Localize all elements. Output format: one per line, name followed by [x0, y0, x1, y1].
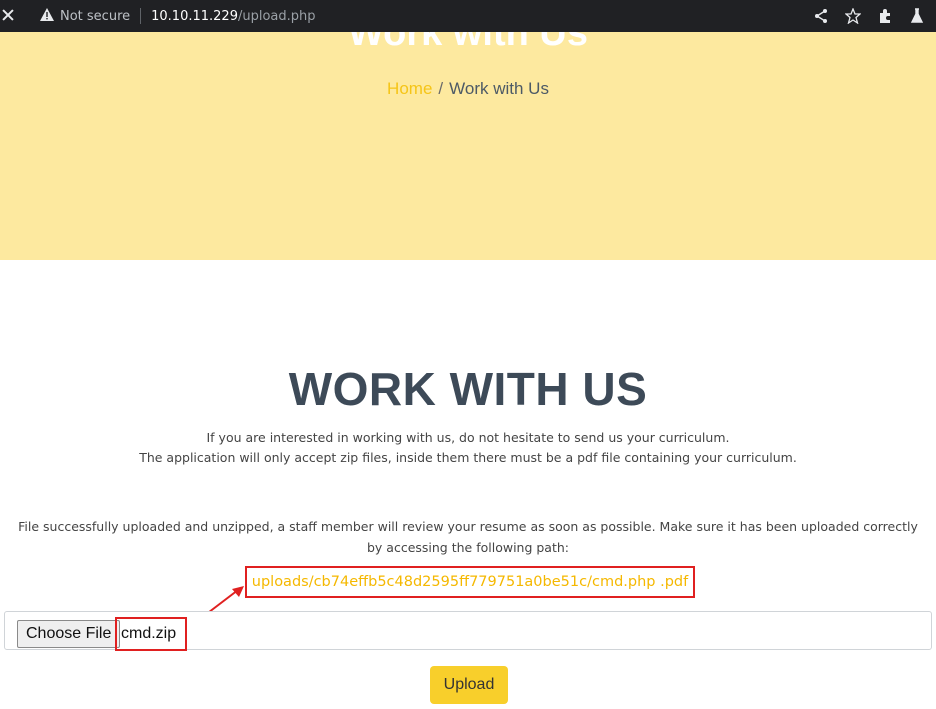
intro-text: If you are interested in working with us… — [0, 428, 936, 468]
share-icon[interactable] — [812, 7, 830, 25]
intro-line-2: The application will only accept zip fil… — [139, 450, 797, 465]
page-title: WORK WITH US — [288, 363, 648, 415]
upload-button[interactable]: Upload — [430, 666, 508, 704]
star-icon[interactable] — [844, 7, 862, 25]
address-bar[interactable]: Not secure 10.10.11.229/upload.php — [28, 2, 788, 30]
labs-icon[interactable] — [908, 7, 926, 25]
highlight-box-path: uploads/cb74effb5c48d2595ff779751a0be51c… — [245, 566, 695, 598]
browser-toolbar: Not secure 10.10.11.229/upload.php — [0, 0, 936, 32]
success-message: File successfully uploaded and unzipped,… — [18, 519, 918, 555]
warning-icon[interactable] — [40, 7, 54, 25]
breadcrumb-separator: / — [438, 79, 444, 98]
hero-banner: Work with Us Home / Work with Us — [0, 32, 936, 260]
file-input-field[interactable]: Choose File cmd.zip — [4, 611, 932, 651]
address-divider — [140, 8, 142, 24]
selected-file-name: cmd.zip — [115, 617, 187, 651]
breadcrumb-home-link[interactable]: Home — [387, 79, 432, 98]
choose-file-button[interactable]: Choose File — [17, 620, 121, 648]
intro-line-1: If you are interested in working with us… — [206, 430, 730, 445]
url-host[interactable]: 10.10.11.229 — [151, 9, 238, 24]
breadcrumb-current: Work with Us — [449, 79, 549, 98]
extensions-icon[interactable] — [876, 7, 894, 25]
hero-title: Work with Us — [348, 32, 588, 54]
url-path[interactable]: /upload.php — [238, 9, 316, 24]
security-label[interactable]: Not secure — [60, 9, 130, 24]
uploaded-path-link[interactable]: uploads/cb74effb5c48d2595ff779751a0be51c… — [252, 574, 688, 590]
breadcrumb: Home / Work with Us — [0, 79, 936, 99]
